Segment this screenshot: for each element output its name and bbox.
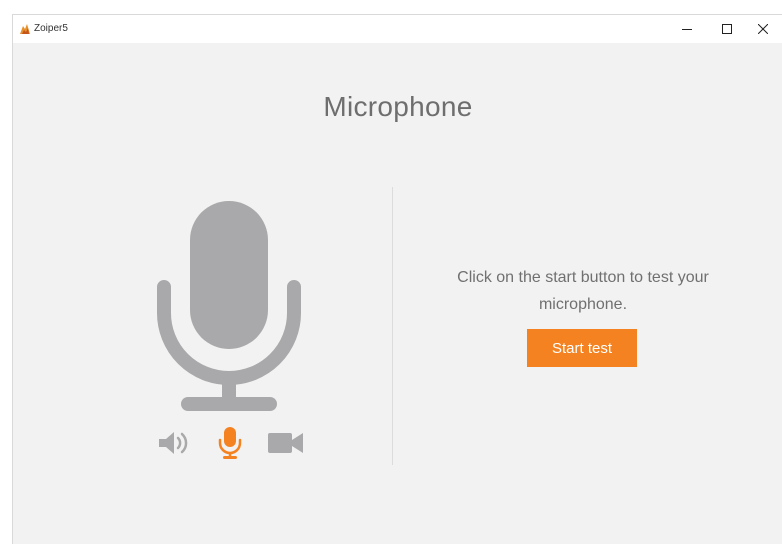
app-window: Zoiper5 Microphone Click on the start bu… — [12, 14, 782, 544]
page-title: Microphone — [323, 91, 473, 122]
vertical-divider — [392, 187, 393, 465]
maximize-button[interactable] — [707, 15, 747, 43]
camera-tab[interactable] — [266, 425, 306, 461]
title-bar[interactable]: Zoiper5 — [13, 15, 782, 43]
minimize-icon — [682, 29, 692, 30]
instructions-text: Click on the start button to test your m… — [457, 269, 709, 313]
minimize-button[interactable] — [667, 15, 707, 43]
speaker-icon — [159, 432, 188, 454]
close-icon — [758, 24, 768, 34]
speaker-tab[interactable] — [156, 425, 192, 461]
close-button[interactable] — [743, 15, 782, 43]
microphone-tab[interactable] — [212, 425, 248, 461]
app-title: Zoiper5 — [34, 23, 68, 34]
large-microphone-icon — [157, 201, 301, 411]
maximize-icon — [722, 24, 732, 34]
microphone-icon — [218, 427, 242, 459]
camera-icon — [268, 433, 303, 453]
device-selector — [154, 425, 304, 461]
start-test-button[interactable]: Start test — [527, 329, 637, 367]
zoiper-logo-icon — [20, 24, 30, 34]
